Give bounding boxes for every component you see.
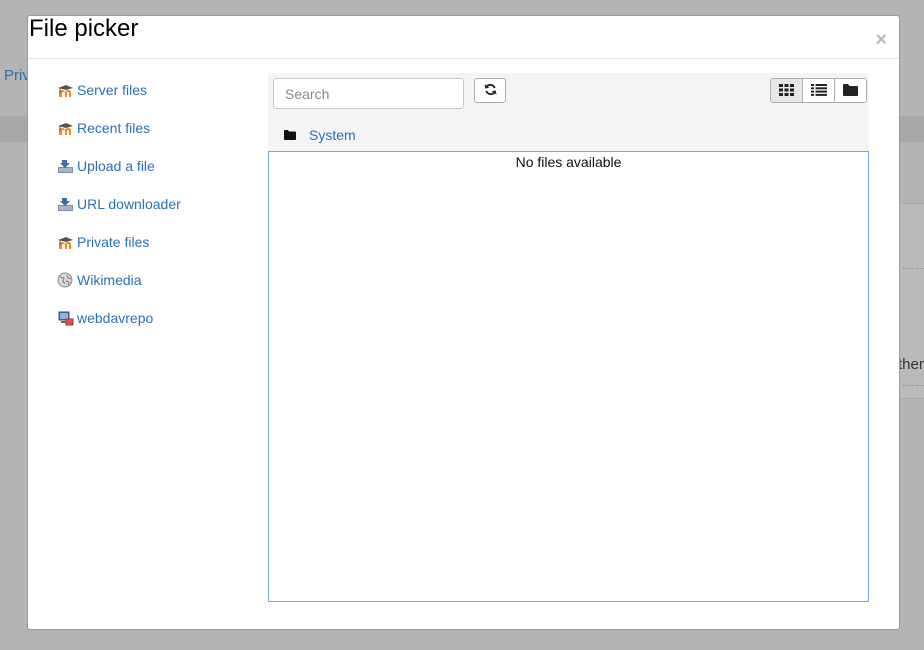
background-link: Priv — [4, 67, 30, 84]
refresh-icon — [483, 83, 497, 99]
webdav-computer-icon — [57, 310, 74, 326]
refresh-button[interactable] — [474, 78, 506, 103]
view-switcher — [770, 78, 867, 103]
moodle-icon — [57, 82, 74, 98]
repository-item-webdavrepo[interactable]: webdavrepo — [57, 308, 181, 346]
upload-icon — [57, 158, 74, 174]
repository-item-private-files[interactable]: Private files — [57, 232, 181, 270]
folder-icon — [284, 127, 296, 143]
background-text: them — [898, 356, 924, 373]
file-picker-dialog: File picker × Server files Recent files … — [27, 15, 900, 630]
repository-label: Private files — [77, 234, 150, 250]
url-download-icon — [57, 196, 74, 212]
repository-label: Recent files — [77, 120, 151, 136]
repository-label: webdavrepo — [77, 310, 154, 326]
breadcrumb-system[interactable]: System — [284, 127, 356, 143]
search-input[interactable] — [273, 78, 464, 109]
moodle-icon — [57, 120, 74, 136]
file-toolbar: System — [268, 73, 869, 151]
repository-item-recent-files[interactable]: Recent files — [57, 118, 181, 156]
empty-message: No files available — [515, 154, 622, 170]
moodle-icon — [57, 234, 74, 250]
repository-item-wikimedia[interactable]: Wikimedia — [57, 270, 181, 308]
view-as-tree-button[interactable] — [834, 79, 866, 102]
background-divider — [902, 385, 924, 386]
repository-list: Server files Recent files Upload a file … — [57, 80, 181, 346]
repository-item-upload-a-file[interactable]: Upload a file — [57, 156, 181, 194]
close-button[interactable]: × — [875, 30, 887, 50]
repository-label: Server files — [77, 82, 148, 98]
repository-label: Wikimedia — [77, 272, 142, 288]
dialog-header: File picker × — [28, 16, 899, 59]
dialog-title: File picker — [29, 15, 139, 42]
folder-view-icon — [843, 83, 858, 99]
view-as-list-button[interactable] — [802, 79, 834, 102]
list-view-icon — [810, 83, 827, 99]
repository-item-url-downloader[interactable]: URL downloader — [57, 194, 181, 232]
background-divider — [902, 268, 924, 269]
view-as-icons-button[interactable] — [771, 79, 802, 102]
file-listing-area[interactable]: No files available — [268, 151, 869, 602]
repository-label: URL downloader — [77, 196, 181, 212]
breadcrumb-label: System — [309, 127, 356, 143]
repository-item-server-files[interactable]: Server files — [57, 80, 181, 118]
grid-view-icon — [779, 83, 794, 99]
wikimedia-globe-icon — [57, 272, 74, 288]
repository-label: Upload a file — [77, 158, 155, 174]
